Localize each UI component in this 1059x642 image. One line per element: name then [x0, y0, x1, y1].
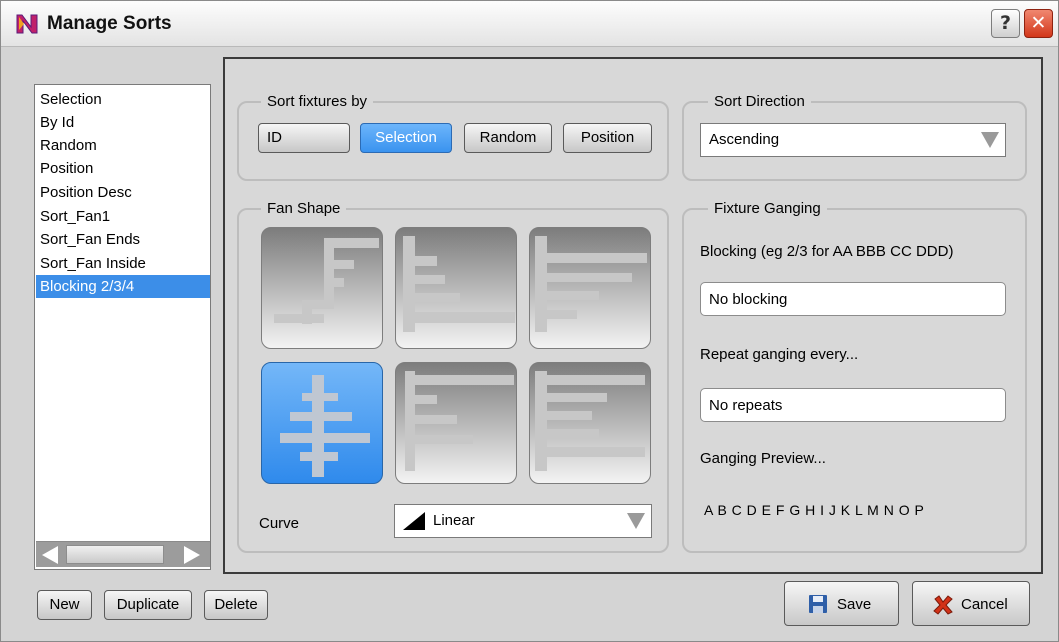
- app-logo-icon: [16, 14, 38, 34]
- curve-label: Curve: [259, 515, 300, 532]
- cancel-x-icon: [933, 595, 953, 615]
- blocking-label: Blocking (eg 2/3 for AA BBB CC DDD): [700, 243, 954, 260]
- blocking-input[interactable]: No blocking: [700, 282, 1006, 316]
- sort-by-position-button[interactable]: Position: [563, 123, 652, 153]
- scrollbar-thumb[interactable]: [66, 545, 164, 564]
- sort-fixtures-group: Sort fixtures by ID Selection Random Pos…: [237, 92, 669, 181]
- fixture-ganging-title: Fixture Ganging: [708, 199, 827, 219]
- new-button[interactable]: New: [37, 590, 92, 620]
- title-bar[interactable]: Manage Sorts ? ✕: [1, 1, 1058, 47]
- sort-list-item[interactable]: Selection: [36, 88, 210, 111]
- scroll-right-icon[interactable]: [184, 546, 200, 564]
- sort-list-item[interactable]: Sort_Fan1: [36, 205, 210, 228]
- fan-shape-group: Fan Shape Curve Linear: [237, 199, 669, 553]
- sort-list-item[interactable]: Random: [36, 134, 210, 157]
- sort-direction-group: Sort Direction Ascending: [682, 92, 1027, 181]
- linear-curve-icon: [403, 512, 425, 530]
- chevron-down-icon[interactable]: [981, 132, 999, 148]
- close-button[interactable]: ✕: [1024, 9, 1053, 38]
- fan-shape-6-icon: [535, 371, 645, 471]
- sort-editor-panel: Sort fixtures by ID Selection Random Pos…: [223, 57, 1043, 574]
- repeat-ganging-input-value: No repeats: [709, 397, 783, 414]
- manage-sorts-dialog: Manage Sorts ? ✕ Selection By Id Random …: [0, 0, 1059, 642]
- sort-list-item[interactable]: Sort_Fan Inside: [36, 252, 210, 275]
- fan-shape-tile-4[interactable]: [261, 362, 383, 484]
- fan-shape-tile-6[interactable]: [529, 362, 651, 484]
- fan-shape-2-icon: [403, 236, 515, 332]
- help-button[interactable]: ?: [991, 9, 1020, 38]
- sort-by-id-button[interactable]: ID: [258, 123, 350, 153]
- sort-direction-title: Sort Direction: [708, 92, 811, 112]
- fan-shape-3-icon: [535, 236, 647, 332]
- repeat-ganging-input[interactable]: No repeats: [700, 388, 1006, 422]
- repeat-ganging-label: Repeat ganging every...: [700, 346, 859, 363]
- chevron-down-icon[interactable]: [627, 513, 645, 529]
- sort-direction-dropdown[interactable]: Ascending: [700, 123, 1006, 157]
- ganging-preview-value: A B C D E F G H I J K L M N O P: [704, 502, 925, 518]
- scroll-left-icon[interactable]: [42, 546, 58, 564]
- window-title: Manage Sorts: [47, 13, 172, 34]
- save-label: Save: [837, 596, 872, 613]
- curve-value: Linear: [433, 512, 475, 529]
- fan-shape-title: Fan Shape: [261, 199, 347, 219]
- delete-button[interactable]: Delete: [204, 590, 268, 620]
- sort-direction-value: Ascending: [709, 131, 780, 148]
- sort-by-selection-button[interactable]: Selection: [360, 123, 452, 153]
- curve-dropdown[interactable]: Linear: [394, 504, 652, 538]
- sort-list-item[interactable]: Position: [36, 157, 210, 180]
- save-button[interactable]: Save: [784, 581, 899, 626]
- cancel-button[interactable]: Cancel: [912, 581, 1030, 626]
- sort-list-item-selected[interactable]: Blocking 2/3/4: [36, 275, 210, 298]
- sort-list[interactable]: Selection By Id Random Position Position…: [34, 84, 211, 570]
- duplicate-button[interactable]: Duplicate: [104, 590, 192, 620]
- floppy-disk-icon: [809, 595, 827, 613]
- cancel-label: Cancel: [961, 596, 1008, 613]
- fan-shape-1-icon: [274, 238, 379, 324]
- fan-shape-4-icon: [280, 375, 370, 477]
- fan-shape-tile-2[interactable]: [395, 227, 517, 349]
- sort-fixtures-title: Sort fixtures by: [261, 92, 374, 112]
- horizontal-scrollbar[interactable]: [36, 541, 210, 567]
- fan-shape-tile-5[interactable]: [395, 362, 517, 484]
- fan-shape-tile-3[interactable]: [529, 227, 651, 349]
- fan-shape-tile-1[interactable]: [261, 227, 383, 349]
- sort-by-random-button[interactable]: Random: [464, 123, 552, 153]
- sort-list-item[interactable]: By Id: [36, 111, 210, 134]
- sort-list-item[interactable]: Sort_Fan Ends: [36, 228, 210, 251]
- sort-list-item[interactable]: Position Desc: [36, 181, 210, 204]
- blocking-input-value: No blocking: [709, 291, 788, 308]
- fan-shape-5-icon: [405, 371, 514, 471]
- fixture-ganging-group: Fixture Ganging Blocking (eg 2/3 for AA …: [682, 199, 1027, 553]
- ganging-preview-label: Ganging Preview...: [700, 450, 826, 467]
